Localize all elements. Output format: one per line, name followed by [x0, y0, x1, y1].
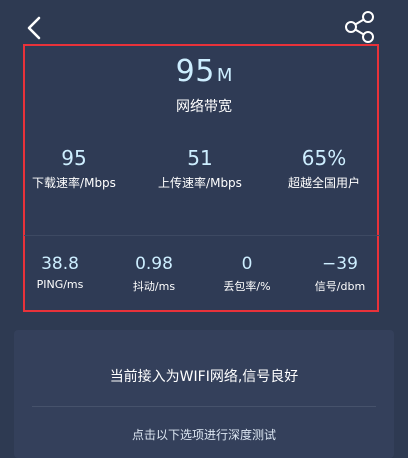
rank-stat: 65% 超越全国用户 [264, 146, 384, 191]
share-button[interactable] [342, 10, 378, 44]
upload-speed-value: 51 [187, 146, 213, 170]
jitter-label: 抖动/ms [132, 280, 176, 293]
ping-value: 38.8 [41, 254, 79, 274]
packet-loss-value: 0 [241, 254, 253, 274]
download-speed-label: 下载速率/Mbps [32, 176, 116, 190]
jitter-stat: 0.98 抖动/ms [114, 254, 194, 294]
signal-value: −39 [322, 254, 358, 274]
download-speed-stat: 95 下载速率/Mbps [14, 146, 134, 191]
signal-label: 信号/dbm [314, 280, 366, 293]
network-status-text: 当前接入为WIFI网络,信号良好 [109, 369, 299, 385]
download-speed-value: 95 [61, 146, 87, 170]
network-info-card: 当前接入为WIFI网络,信号良好 点击以下选项进行深度测试 [14, 330, 394, 458]
upload-speed-label: 上传速率/Mbps [158, 176, 242, 190]
packet-loss-label: 丢包率/% [223, 280, 271, 293]
ping-stat: 38.8 PING/ms [20, 254, 100, 291]
signal-stat: −39 信号/dbm [298, 254, 382, 294]
bandwidth-number: 95 [175, 54, 215, 89]
back-button[interactable] [20, 14, 48, 42]
jitter-value: 0.98 [135, 254, 173, 274]
rank-value: 65% [301, 146, 347, 170]
packet-loss-stat: 0 丢包率/% [207, 254, 287, 294]
share-icon [345, 11, 374, 43]
bandwidth-value: 95 M [0, 54, 408, 89]
deep-test-link[interactable]: 点击以下选项进行深度测试 [14, 426, 394, 443]
chevron-left-icon [27, 16, 41, 40]
bandwidth-label: 网络带宽 [176, 99, 232, 115]
panel-divider [24, 235, 380, 236]
ping-label: PING/ms [36, 278, 84, 291]
rank-label: 超越全国用户 [287, 176, 360, 190]
upload-speed-stat: 51 上传速率/Mbps [140, 146, 260, 191]
bandwidth-unit: M [216, 65, 233, 86]
info-divider [32, 406, 376, 407]
